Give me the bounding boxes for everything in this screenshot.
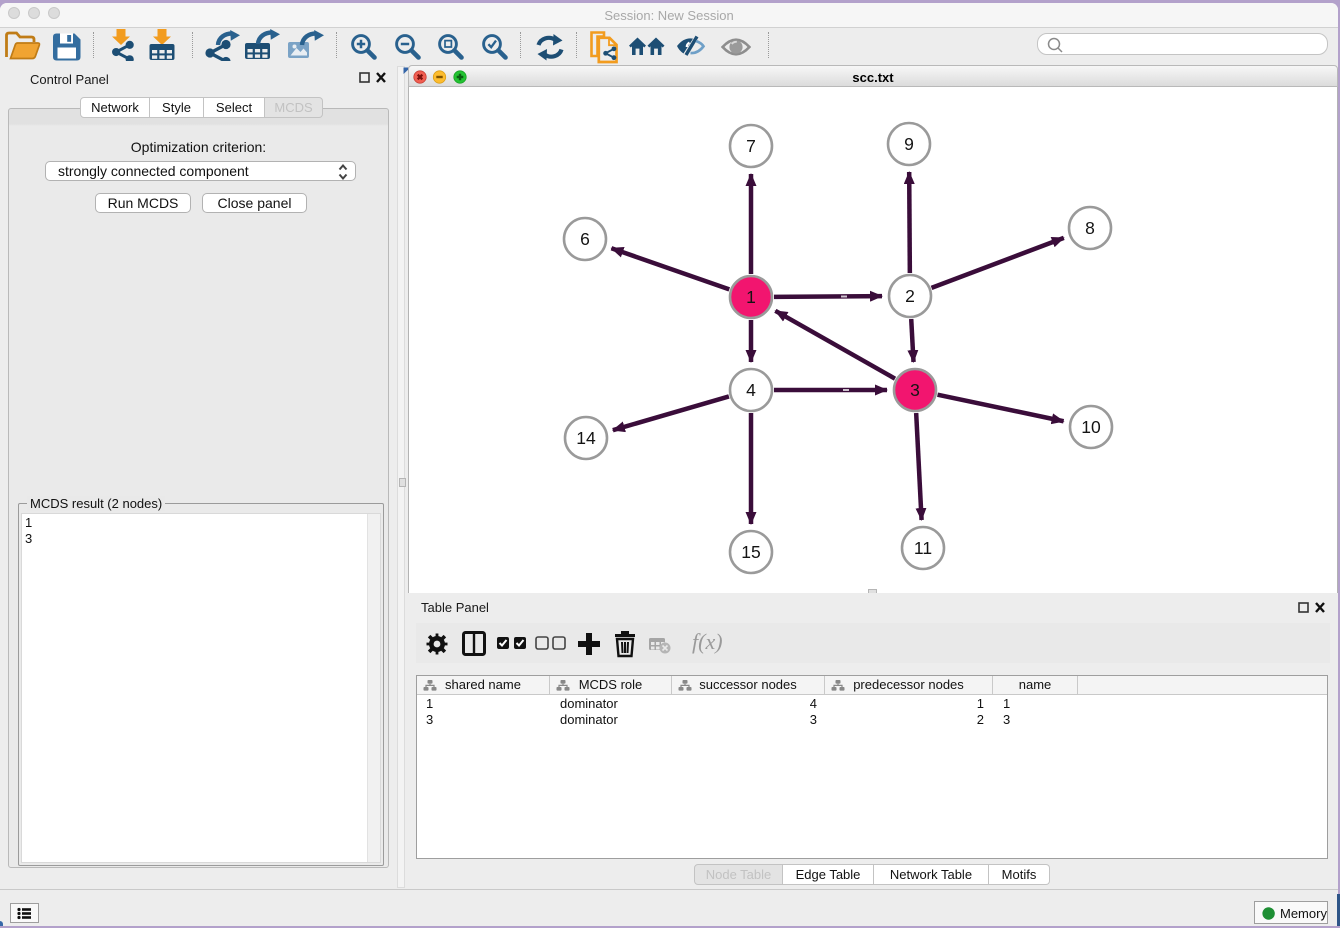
svg-text:11: 11 [914,538,932,558]
svg-text:7: 7 [746,136,756,156]
svg-text:3: 3 [910,380,920,400]
svg-text:6: 6 [580,229,590,249]
svg-text:8: 8 [1085,218,1095,238]
svg-text:9: 9 [904,134,914,154]
svg-text:15: 15 [741,542,760,562]
svg-text:2: 2 [905,286,915,306]
svg-text:1: 1 [746,287,756,307]
svg-text:14: 14 [576,428,596,448]
svg-text:4: 4 [746,380,756,400]
svg-text:10: 10 [1081,417,1101,437]
